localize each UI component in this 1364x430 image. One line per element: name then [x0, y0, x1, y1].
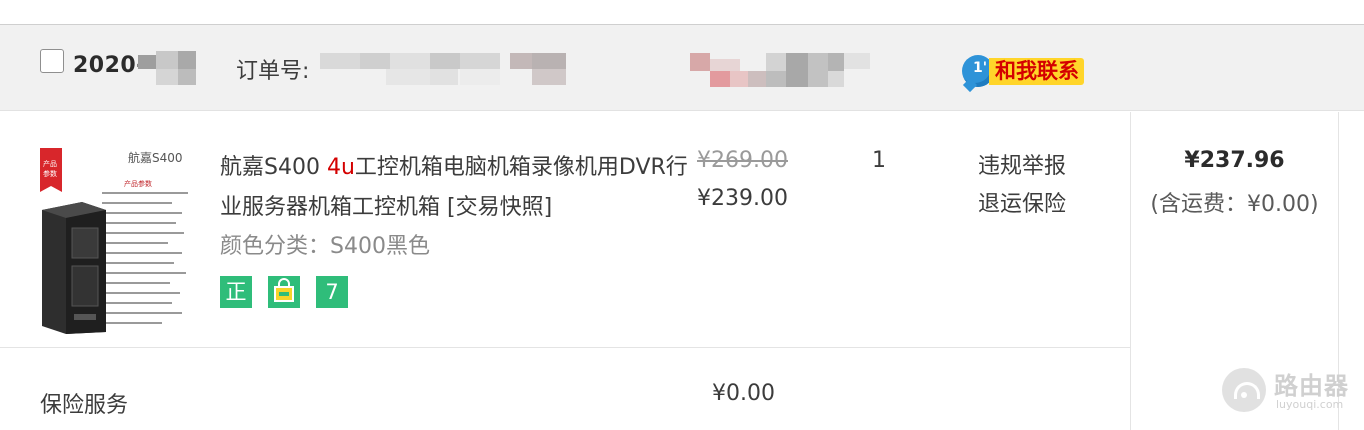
contact-seller-button[interactable]: 1' 和我联系 — [962, 55, 1098, 87]
original-price: ¥269.00 — [697, 148, 788, 173]
contact-seller-label: 和我联系 — [989, 58, 1084, 85]
order-number-label: 订单号: — [236, 59, 310, 84]
chat-bubble-mark: 1' — [973, 60, 988, 76]
order-select-checkbox[interactable] — [40, 49, 64, 73]
router-logo-icon — [1222, 368, 1266, 412]
order-header: 2020- 订单号: 1' 和我联系 — [0, 25, 1364, 111]
redacted-order-date — [138, 51, 208, 87]
watermark-title: 路由器 — [1274, 372, 1349, 400]
quantity: 1 — [872, 148, 886, 173]
product-title-link[interactable]: 航嘉S400 4u工控机箱电脑机箱录像机用DVR行业服务器机箱工控机箱 [交易快… — [220, 148, 692, 228]
product-sku-attribute: 颜色分类：S400黑色 — [220, 234, 430, 259]
watermark-subtitle: luyouqi.com — [1276, 398, 1344, 411]
insurance-service-price: ¥0.00 — [712, 381, 775, 406]
current-price: ¥239.00 — [697, 186, 788, 211]
order-date: 2020- — [73, 53, 146, 78]
return-insurance-link[interactable]: 退运保险 — [978, 186, 1066, 218]
seven-day-return-badge-icon[interactable]: 7 — [316, 276, 348, 308]
insurance-service-label: 保险服务 — [40, 393, 129, 418]
genuine-badge-icon[interactable]: 正 — [220, 276, 252, 308]
thumbnail-brand-text: 航嘉S400 — [128, 150, 183, 165]
redacted-order-number — [320, 51, 570, 89]
svg-text:产品: 产品 — [43, 159, 57, 168]
site-watermark: 路由器 luyouqi.com — [1222, 368, 1352, 412]
report-violation-link[interactable]: 违规举报 — [978, 148, 1066, 180]
shopping-bag-badge-icon[interactable] — [268, 276, 300, 308]
thumbnail-tag-text: 产品参数 — [124, 179, 152, 188]
redacted-shop-name — [690, 51, 874, 91]
order-total: ¥237.96 — [1184, 148, 1285, 173]
shipping-fee: (含运费：¥0.00) — [1150, 192, 1319, 217]
product-title-prefix: 航嘉S400 — [220, 155, 327, 180]
product-title-highlight: 4u — [326, 155, 355, 180]
product-thumbnail[interactable]: 产品 参数 航嘉S400 产品参数 — [40, 148, 192, 334]
svg-text:参数: 参数 — [43, 169, 57, 178]
row-divider — [0, 347, 1130, 348]
